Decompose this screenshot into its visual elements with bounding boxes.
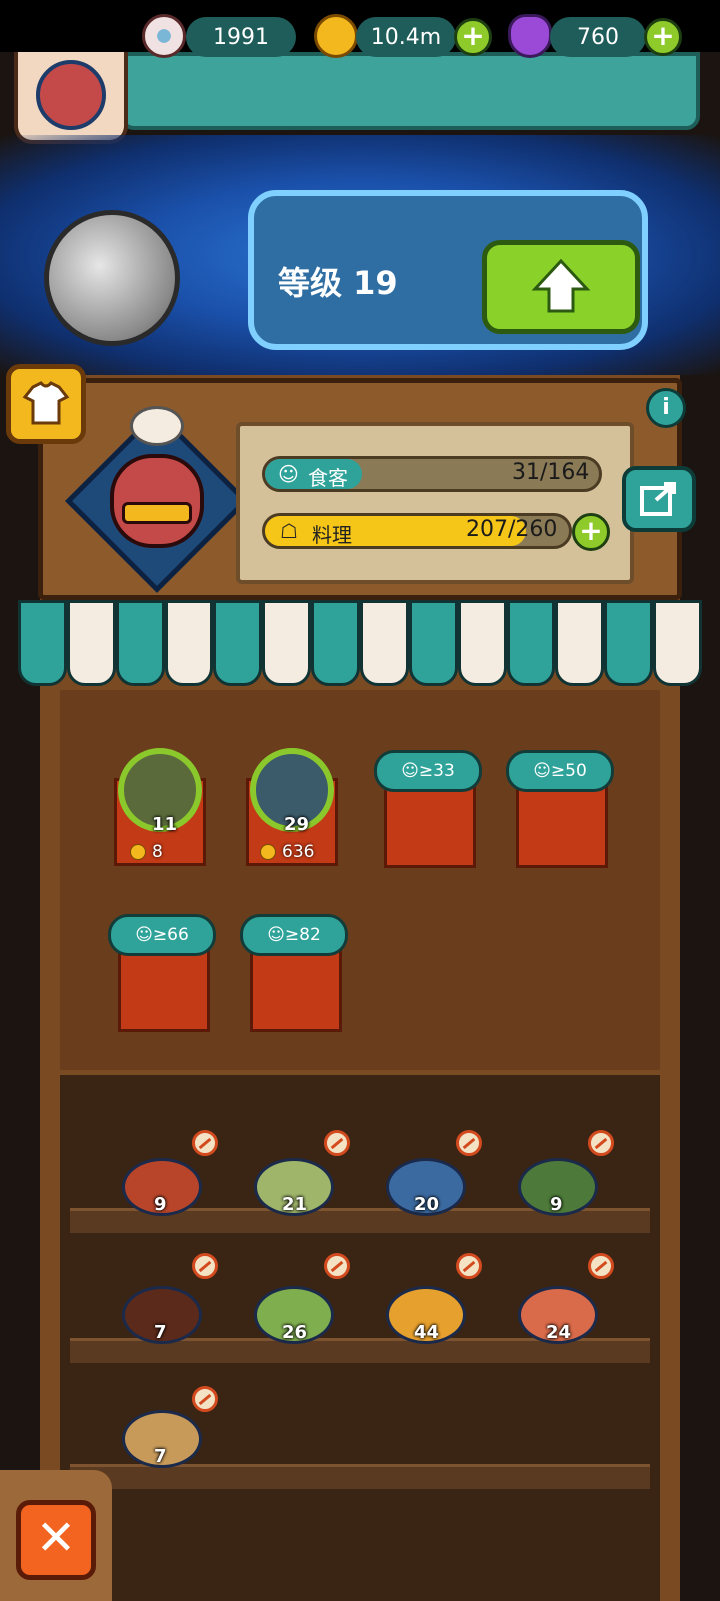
share-button[interactable] [622, 466, 696, 532]
eyeball-icon [142, 14, 186, 58]
dish-count: 11 [152, 814, 178, 835]
add-potions-button[interactable]: + [644, 18, 682, 56]
counter-mat [516, 782, 608, 868]
counter-mat [118, 946, 210, 1032]
no-serve-icon[interactable] [192, 1130, 218, 1156]
no-serve-icon[interactable] [588, 1130, 614, 1156]
coin-icon [260, 844, 276, 860]
stats-panel [236, 422, 634, 584]
coin-count: 10.4m [356, 17, 456, 57]
dish-price: 8 [130, 842, 163, 862]
level-eyeball-icon [44, 210, 180, 346]
awning [18, 600, 703, 686]
potion-count: 760 [550, 17, 646, 57]
dish-count: 7 [154, 1322, 167, 1343]
counter-slot-1[interactable]: 11 8 [104, 748, 216, 866]
customers-value: 31/164 [512, 460, 590, 485]
counter-mat [250, 946, 342, 1032]
unlock-requirement: ☺ ≥50 [506, 750, 614, 792]
no-serve-icon[interactable] [588, 1253, 614, 1279]
close-button[interactable]: ✕ [16, 1500, 96, 1580]
no-serve-icon[interactable] [324, 1253, 350, 1279]
no-serve-icon[interactable] [456, 1253, 482, 1279]
stock-dish-1[interactable]: 9 [116, 1150, 208, 1222]
share-icon [640, 482, 676, 516]
chef-monster-icon [36, 60, 106, 130]
stock-dish-6[interactable]: 26 [248, 1278, 340, 1350]
level-up-button[interactable] [482, 240, 640, 334]
close-icon: ✕ [35, 1510, 77, 1566]
dish-count: 21 [282, 1194, 308, 1215]
dish-count: 44 [414, 1322, 440, 1343]
stock-dish-5[interactable]: 7 [116, 1278, 208, 1350]
dish-count: 9 [154, 1194, 167, 1215]
stock-dish-2[interactable]: 21 [248, 1150, 340, 1222]
no-serve-icon[interactable] [192, 1253, 218, 1279]
dishes-value: 207/260 [466, 517, 558, 542]
customers-label: 食客 [308, 466, 348, 490]
no-serve-icon[interactable] [324, 1130, 350, 1156]
no-serve-icon[interactable] [192, 1386, 218, 1412]
chef-avatar [65, 406, 249, 593]
unlock-requirement: ☺ ≥66 [108, 914, 216, 956]
arrow-up-icon [531, 258, 591, 313]
eyeball-count: 1991 [186, 17, 296, 57]
add-dishes-button[interactable]: + [572, 513, 610, 551]
unlock-requirement: ☺ ≥33 [374, 750, 482, 792]
counter-slot-locked-3[interactable]: ☺ ≥66 [108, 914, 220, 1032]
outfit-button[interactable] [6, 364, 86, 444]
dish-price: 636 [260, 842, 314, 862]
stock-dish-8[interactable]: 24 [512, 1278, 604, 1350]
counter-slot-locked-4[interactable]: ☺ ≥82 [240, 914, 352, 1032]
no-serve-icon[interactable] [456, 1130, 482, 1156]
stock-dish-3[interactable]: 20 [380, 1150, 472, 1222]
dish-count: 24 [546, 1322, 572, 1343]
resource-bar [120, 52, 700, 130]
counter-mat [384, 782, 476, 868]
dish-count: 9 [550, 1194, 563, 1215]
stock-dish-7[interactable]: 44 [380, 1278, 472, 1350]
dish-count: 26 [282, 1322, 308, 1343]
info-icon: i [662, 395, 670, 420]
unlock-requirement: ☺ ≥82 [240, 914, 348, 956]
level-label: 等级 19 [278, 264, 398, 302]
customers-icon: ☺ [278, 462, 299, 486]
dish-count: 20 [414, 1194, 440, 1215]
stock-dish-9[interactable]: 7 [116, 1402, 208, 1474]
counter-slot-locked-1[interactable]: ☺ ≥33 [374, 750, 486, 868]
counter-slot-locked-2[interactable]: ☺ ≥50 [506, 750, 618, 868]
counter-slot-2[interactable]: 29 636 [236, 748, 348, 866]
restaurant-badge[interactable] [14, 52, 128, 144]
coin-icon [314, 14, 358, 58]
stock-dish-4[interactable]: 9 [512, 1150, 604, 1222]
dish-icon: ☖ [280, 519, 298, 543]
shirt-icon [22, 381, 70, 425]
add-coins-button[interactable]: + [454, 18, 492, 56]
dish-count: 7 [154, 1446, 167, 1467]
info-button[interactable]: i [646, 388, 686, 428]
potion-icon [508, 14, 552, 58]
dish-count: 29 [284, 814, 310, 835]
dishes-label: 料理 [312, 523, 352, 547]
coin-icon [130, 844, 146, 860]
